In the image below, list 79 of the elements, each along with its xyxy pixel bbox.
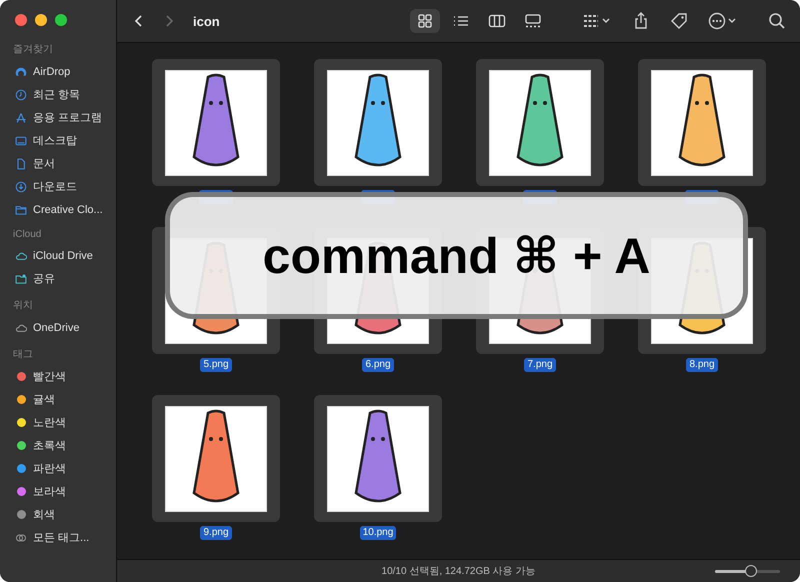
group-menu-button[interactable] — [582, 12, 612, 30]
sidebar-item[interactable]: 보라색 — [0, 480, 116, 503]
sidebar-item[interactable]: 응용 프로그램 — [0, 106, 116, 129]
sidebar-label: 데스크탑 — [33, 134, 77, 148]
window-title: icon — [193, 14, 220, 28]
status-text: 10/10 선택됨, 124.72GB 사용 가능 — [380, 565, 536, 578]
file-name[interactable]: 9.png — [200, 526, 232, 540]
search-button[interactable] — [768, 12, 786, 30]
sidebar-label: 문서 — [33, 157, 55, 171]
more-button[interactable] — [708, 12, 738, 30]
sidebar-item[interactable]: iCloud Drive — [0, 244, 116, 267]
sidebar-heading: 태그 — [12, 348, 34, 362]
clock-icon — [15, 88, 27, 100]
sidebar-item[interactable]: AirDrop — [0, 60, 116, 83]
tags-icon — [15, 532, 27, 544]
file-thumbnail[interactable] — [152, 395, 280, 522]
sidebar-item[interactable]: 빨간색 — [0, 365, 116, 388]
sidebar-label: 빨간색 — [33, 370, 66, 384]
sidebar-label: 귤색 — [33, 393, 55, 407]
sidebar-label: AirDrop — [33, 66, 70, 78]
sidebar-item[interactable]: 최근 항목 — [0, 83, 116, 106]
sidebar-label: iCloud Drive — [33, 250, 93, 262]
sidebar-label: 보라색 — [33, 485, 66, 499]
file-thumbnail[interactable] — [476, 59, 604, 186]
cloud-icon — [15, 250, 27, 262]
sidebar-heading: 위치 — [12, 299, 34, 313]
apps-icon — [15, 112, 27, 124]
sidebar-item[interactable]: 귤색 — [0, 388, 116, 411]
close-button[interactable] — [15, 14, 27, 26]
file-name[interactable]: 6.png — [362, 358, 394, 372]
airdrop-icon — [15, 66, 27, 78]
sidebar-heading: iCloud — [12, 228, 42, 242]
sidebar-item[interactable]: 초록색 — [0, 434, 116, 457]
sidebar-label: 초록색 — [33, 439, 66, 453]
shared-folder-icon — [15, 272, 27, 284]
sidebar-item[interactable]: 모든 태그... — [0, 526, 116, 549]
slider-thumb[interactable] — [744, 565, 757, 577]
file-name[interactable]: 8.png — [686, 358, 718, 372]
sidebar-label: 파란색 — [33, 462, 66, 476]
sidebar-label: 응용 프로그램 — [33, 111, 102, 125]
sidebar-item[interactable]: 데스크탑 — [0, 129, 116, 152]
sidebar-label: 모든 태그... — [33, 531, 90, 545]
sidebar-item[interactable]: 공유 — [0, 267, 116, 290]
sidebar-label: 노란색 — [33, 416, 66, 430]
shortcut-text: command ⌘ + A — [262, 226, 650, 284]
folder-icon — [15, 204, 27, 216]
sidebar-item[interactable]: 문서 — [0, 152, 116, 175]
desktop-icon — [15, 134, 27, 146]
gallery-icon — [524, 13, 542, 29]
sidebar-label: 최근 항목 — [33, 88, 80, 102]
sidebar-label: 공유 — [33, 272, 55, 286]
file-thumbnail[interactable] — [638, 59, 766, 186]
sidebar-label: OneDrive — [33, 322, 80, 334]
cloud-icon — [15, 322, 27, 334]
sidebar-label: Creative Clo... — [33, 204, 103, 216]
file-thumbnail[interactable] — [314, 395, 442, 522]
sidebar-heading: 즐겨찾기 — [12, 43, 54, 57]
sidebar-item[interactable]: 회색 — [0, 503, 116, 526]
sidebar-label: 다운로드 — [33, 180, 77, 194]
file-name[interactable]: 10.png — [360, 526, 396, 540]
icon-size-slider[interactable] — [715, 565, 780, 577]
file-thumbnail[interactable] — [152, 59, 280, 186]
zoom-button[interactable] — [55, 14, 67, 26]
download-icon — [15, 180, 27, 192]
sidebar-item[interactable]: 다운로드 — [0, 175, 116, 198]
file-name[interactable]: 5.png — [200, 358, 232, 372]
grid-icon — [416, 13, 434, 29]
file-thumbnail[interactable] — [314, 59, 442, 186]
icons-view-button[interactable] — [410, 9, 440, 33]
tag-button[interactable] — [670, 12, 688, 30]
sidebar-label: 회색 — [33, 508, 55, 522]
sidebar-item[interactable]: 파란색 — [0, 457, 116, 480]
columns-icon — [488, 13, 506, 29]
minimize-button[interactable] — [35, 14, 47, 26]
sidebar-item[interactable]: 노란색 — [0, 411, 116, 434]
document-icon — [15, 158, 27, 170]
sidebar-item[interactable]: Creative Clo... — [0, 198, 116, 221]
file-name[interactable]: 7.png — [524, 358, 556, 372]
sidebar-item[interactable]: OneDrive — [0, 316, 116, 339]
